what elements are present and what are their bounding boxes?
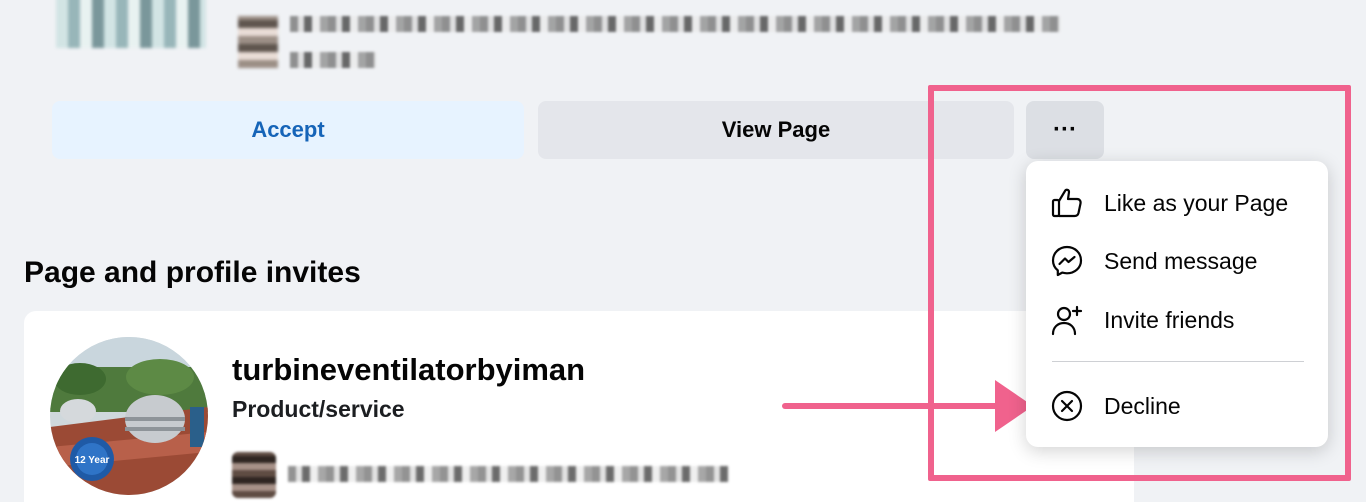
page-category: Product/service: [232, 396, 405, 422]
page-avatar-image: 12 Year: [50, 337, 208, 495]
blurred-inviter-avatar: [232, 452, 276, 498]
menu-item-label: Send message: [1104, 247, 1258, 274]
menu-item-label: Like as your Page: [1104, 189, 1289, 216]
circle-x-icon: [1050, 389, 1084, 423]
page-avatar[interactable]: 12 Year: [50, 337, 208, 495]
menu-item-send-message[interactable]: Send message: [1026, 235, 1328, 287]
add-person-icon: [1050, 303, 1084, 337]
blurred-invite-text: [290, 16, 1060, 32]
accept-button[interactable]: Accept: [52, 101, 524, 159]
menu-item-label: Invite friends: [1104, 306, 1235, 333]
blurred-avatar: [56, 0, 206, 48]
annotation-arrow: [782, 403, 1004, 409]
messenger-icon: [1050, 244, 1084, 278]
blurred-invite-text: [288, 466, 728, 482]
menu-item-invite-friends[interactable]: Invite friends: [1026, 294, 1328, 346]
thumbs-up-icon: [1050, 186, 1084, 220]
page-name[interactable]: turbineventilatorbyiman: [232, 352, 585, 388]
section-title: Page and profile invites: [24, 256, 361, 289]
menu-divider: [1052, 361, 1304, 362]
menu-item-like-as-page[interactable]: Like as your Page: [1026, 177, 1328, 229]
svg-text:12 Year: 12 Year: [75, 455, 110, 466]
menu-item-decline[interactable]: Decline: [1026, 380, 1328, 432]
screen: Accept View Page ··· Page and profile in…: [0, 0, 1366, 502]
blurred-inviter-avatar: [238, 16, 278, 68]
more-options-menu: Like as your Page Send message Invite fr…: [1026, 161, 1328, 447]
menu-item-label: Decline: [1104, 392, 1181, 419]
blurred-timestamp: [290, 52, 376, 68]
